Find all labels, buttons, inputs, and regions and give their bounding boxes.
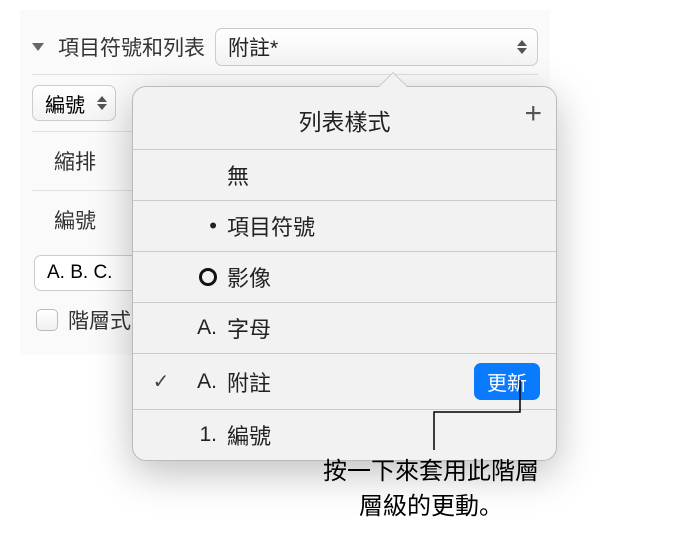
updown-icon <box>517 40 527 54</box>
update-button[interactable]: 更新 <box>474 363 540 400</box>
style-item-letter[interactable]: A. 字母 <box>133 303 556 354</box>
style-item-image[interactable]: 影像 <box>133 252 556 303</box>
style-name: 附註 <box>227 366 271 398</box>
updown-icon <box>97 96 107 110</box>
style-name: 項目符號 <box>227 210 315 242</box>
popover-title: 列表樣式 <box>299 103 391 137</box>
callout-line1: 按一下來套用此階層 <box>296 455 566 490</box>
callout-text: 按一下來套用此階層 層級的更動。 <box>296 455 566 525</box>
section-title: 項目符號和列表 <box>58 32 205 62</box>
style-name: 無 <box>227 159 249 191</box>
bullet-icon: • <box>173 215 227 237</box>
disclosure-triangle-icon[interactable] <box>32 43 44 51</box>
list-style-value: 附註* <box>228 32 278 62</box>
style-list: 無 • 項目符號 影像 A. 字母 ✓ A. 附註 更新 1. 編號 <box>133 150 556 460</box>
style-item-bullet[interactable]: • 項目符號 <box>133 201 556 252</box>
style-name: 字母 <box>227 312 271 344</box>
style-name: 影像 <box>227 261 271 293</box>
style-prefix: 1. <box>173 423 227 447</box>
circle-icon <box>173 268 227 286</box>
number-type-dropdown[interactable]: 編號 <box>32 85 116 121</box>
style-item-none[interactable]: 無 <box>133 150 556 201</box>
format-preview-value: A. B. C. <box>47 262 112 284</box>
checkmark-icon: ✓ <box>149 369 173 394</box>
list-style-dropdown[interactable]: 附註* <box>215 28 538 66</box>
list-style-popover: 列表樣式 + 無 • 項目符號 影像 A. 字母 ✓ A. 附註 更新 <box>132 86 557 461</box>
style-prefix: A. <box>173 316 227 340</box>
section-header-row: 項目符號和列表 附註* <box>32 20 538 74</box>
style-prefix: A. <box>173 370 227 394</box>
hierarchical-checkbox[interactable] <box>36 309 58 331</box>
popover-header: 列表樣式 + <box>133 87 556 150</box>
callout-line2: 層級的更動。 <box>296 490 566 525</box>
number-type-label: 編號 <box>45 89 85 118</box>
style-name: 編號 <box>227 419 271 451</box>
add-style-button[interactable]: + <box>524 99 542 129</box>
style-item-note[interactable]: ✓ A. 附註 更新 <box>133 354 556 410</box>
hierarchical-label: 階層式 <box>68 305 131 335</box>
style-item-number[interactable]: 1. 編號 <box>133 410 556 460</box>
